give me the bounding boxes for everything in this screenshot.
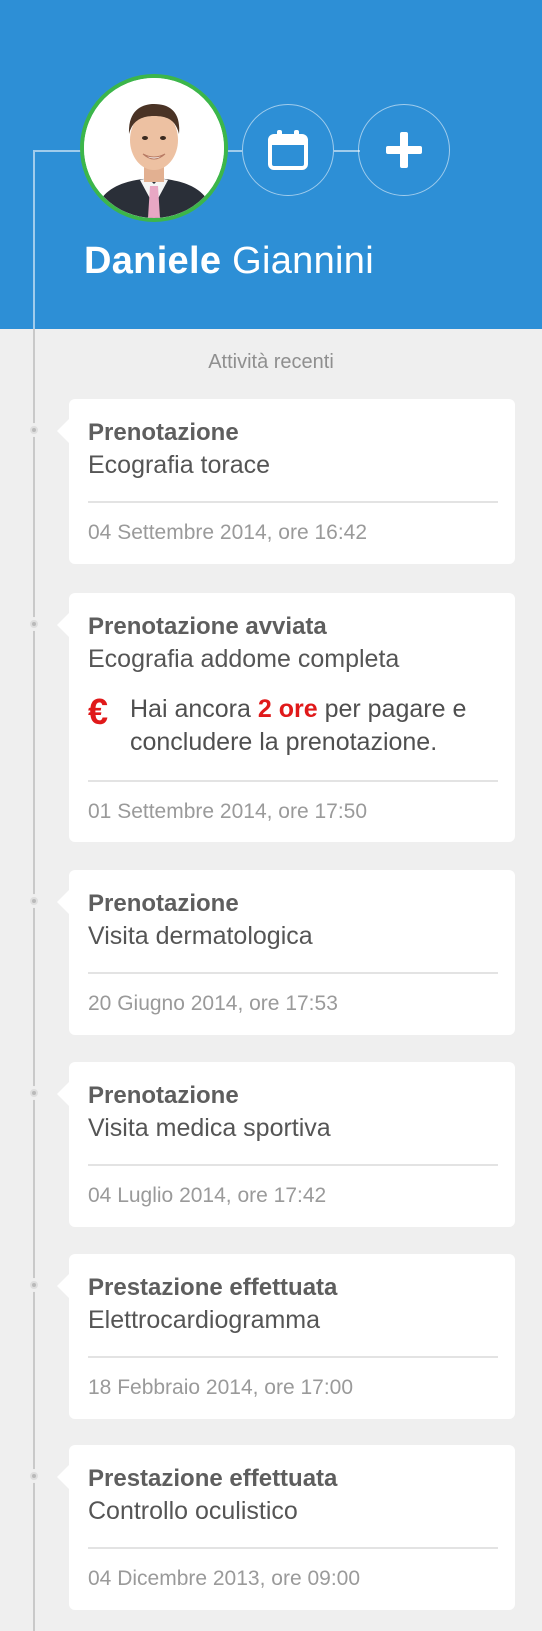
timeline-line-top xyxy=(33,150,35,329)
card-divider xyxy=(88,972,498,974)
activity-date: 18 Febbraio 2014, ore 17:00 xyxy=(88,1376,354,1399)
card-divider xyxy=(88,1356,498,1358)
activity-date: 01 Settembre 2014, ore 17:50 xyxy=(88,800,368,823)
activity-title: Prenotazione xyxy=(88,1082,239,1109)
profile-header: Daniele Giannini xyxy=(0,0,542,329)
add-button[interactable] xyxy=(358,104,450,196)
activity-subtitle: Visita dermatologica xyxy=(88,922,313,950)
timeline-connector xyxy=(228,150,242,152)
activity-subtitle: Ecografia addome completa xyxy=(88,645,400,673)
activity-subtitle: Ecografia torace xyxy=(88,451,271,479)
calendar-icon xyxy=(268,130,308,170)
user-name: Daniele Giannini xyxy=(84,240,374,283)
plus-icon xyxy=(386,132,422,168)
euro-icon: € xyxy=(88,691,109,732)
activity-title: Prenotazione xyxy=(88,419,239,446)
user-last-name: Giannini xyxy=(232,240,374,282)
card-divider xyxy=(88,780,498,782)
activity-date: 04 Dicembre 2013, ore 09:00 xyxy=(88,1567,361,1590)
activity-title: Prestazione effettuata xyxy=(88,1465,338,1492)
card-divider xyxy=(88,1547,498,1549)
activity-title: Prenotazione avviata xyxy=(88,613,327,640)
calendar-button[interactable] xyxy=(242,104,334,196)
user-first-name: Daniele xyxy=(84,240,222,282)
timeline-dot xyxy=(27,1278,41,1292)
activity-title: Prestazione effettuata xyxy=(88,1274,338,1301)
timeline-dot xyxy=(27,894,41,908)
activity-subtitle: Controllo oculistico xyxy=(88,1497,298,1525)
card-divider xyxy=(88,501,498,503)
notice-text-before: Hai ancora xyxy=(130,695,258,723)
timeline-dot xyxy=(27,1086,41,1100)
payment-notice-text: Hai ancora 2 ore per pagare e concludere… xyxy=(130,693,500,759)
timeline-connector xyxy=(35,150,82,152)
section-title: Attività recenti xyxy=(208,351,334,373)
activity-date: 04 Luglio 2014, ore 17:42 xyxy=(88,1184,327,1207)
activity-card[interactable]: Prenotazione avviata Ecografia addome co… xyxy=(57,593,515,842)
activity-card[interactable]: Prestazione effettuata Elettrocardiogram… xyxy=(57,1254,515,1419)
notice-highlight: 2 ore xyxy=(257,695,318,723)
activity-card[interactable]: Prenotazione Ecografia torace 04 Settemb… xyxy=(57,399,515,564)
activity-card[interactable]: Prestazione effettuata Controllo oculist… xyxy=(57,1445,515,1610)
timeline-dot xyxy=(27,617,41,631)
activity-card[interactable]: Prenotazione Visita medica sportiva 04 L… xyxy=(57,1062,515,1227)
avatar[interactable] xyxy=(80,74,228,222)
activity-card[interactable]: Prenotazione Visita dermatologica 20 Giu… xyxy=(57,870,515,1035)
timeline-dot xyxy=(27,1469,41,1483)
timeline-dot xyxy=(27,423,41,437)
activity-subtitle: Elettrocardiogramma xyxy=(88,1306,321,1334)
avatar-portrait xyxy=(84,78,224,218)
activity-date: 04 Settembre 2014, ore 16:42 xyxy=(88,521,368,544)
activity-date: 20 Giugno 2014, ore 17:53 xyxy=(88,992,338,1015)
activity-title: Prenotazione xyxy=(88,890,239,917)
timeline-connector xyxy=(334,150,360,152)
card-divider xyxy=(88,1164,498,1166)
activity-subtitle: Visita medica sportiva xyxy=(88,1114,331,1142)
